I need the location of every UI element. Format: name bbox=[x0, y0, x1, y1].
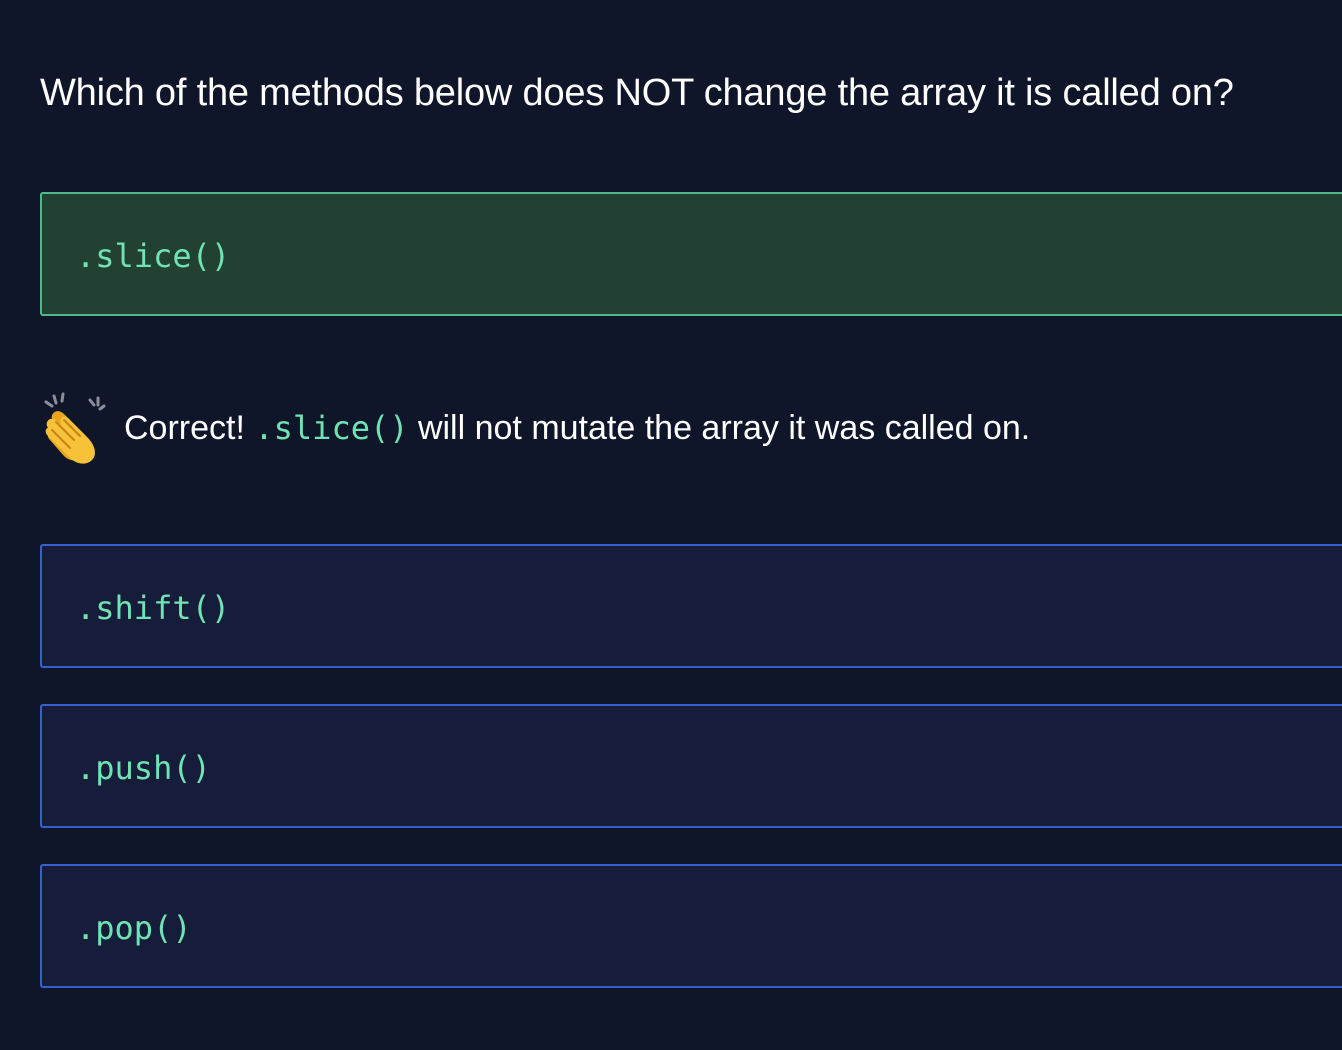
answer-option-push[interactable]: .push() bbox=[40, 704, 1342, 828]
question-text: Which of the methods below does NOT chan… bbox=[40, 72, 1234, 114]
feedback-code: .slice() bbox=[254, 409, 409, 447]
answer-option-shift[interactable]: .shift() bbox=[40, 544, 1342, 668]
answer-option-pop[interactable]: .pop() bbox=[40, 864, 1342, 988]
option-label: .pop() bbox=[76, 909, 192, 947]
option-label: .slice() bbox=[76, 237, 231, 275]
feedback-suffix: will not mutate the array it was called … bbox=[417, 408, 1031, 447]
option-label: .push() bbox=[76, 749, 211, 787]
answer-option-slice[interactable]: .slice() bbox=[40, 192, 1342, 316]
feedback-message: Correct! .slice() will not mutate the ar… bbox=[40, 388, 1030, 468]
option-label: .shift() bbox=[76, 589, 231, 627]
clapping-hands-icon bbox=[44, 392, 106, 464]
feedback-prefix: Correct! bbox=[124, 408, 245, 447]
